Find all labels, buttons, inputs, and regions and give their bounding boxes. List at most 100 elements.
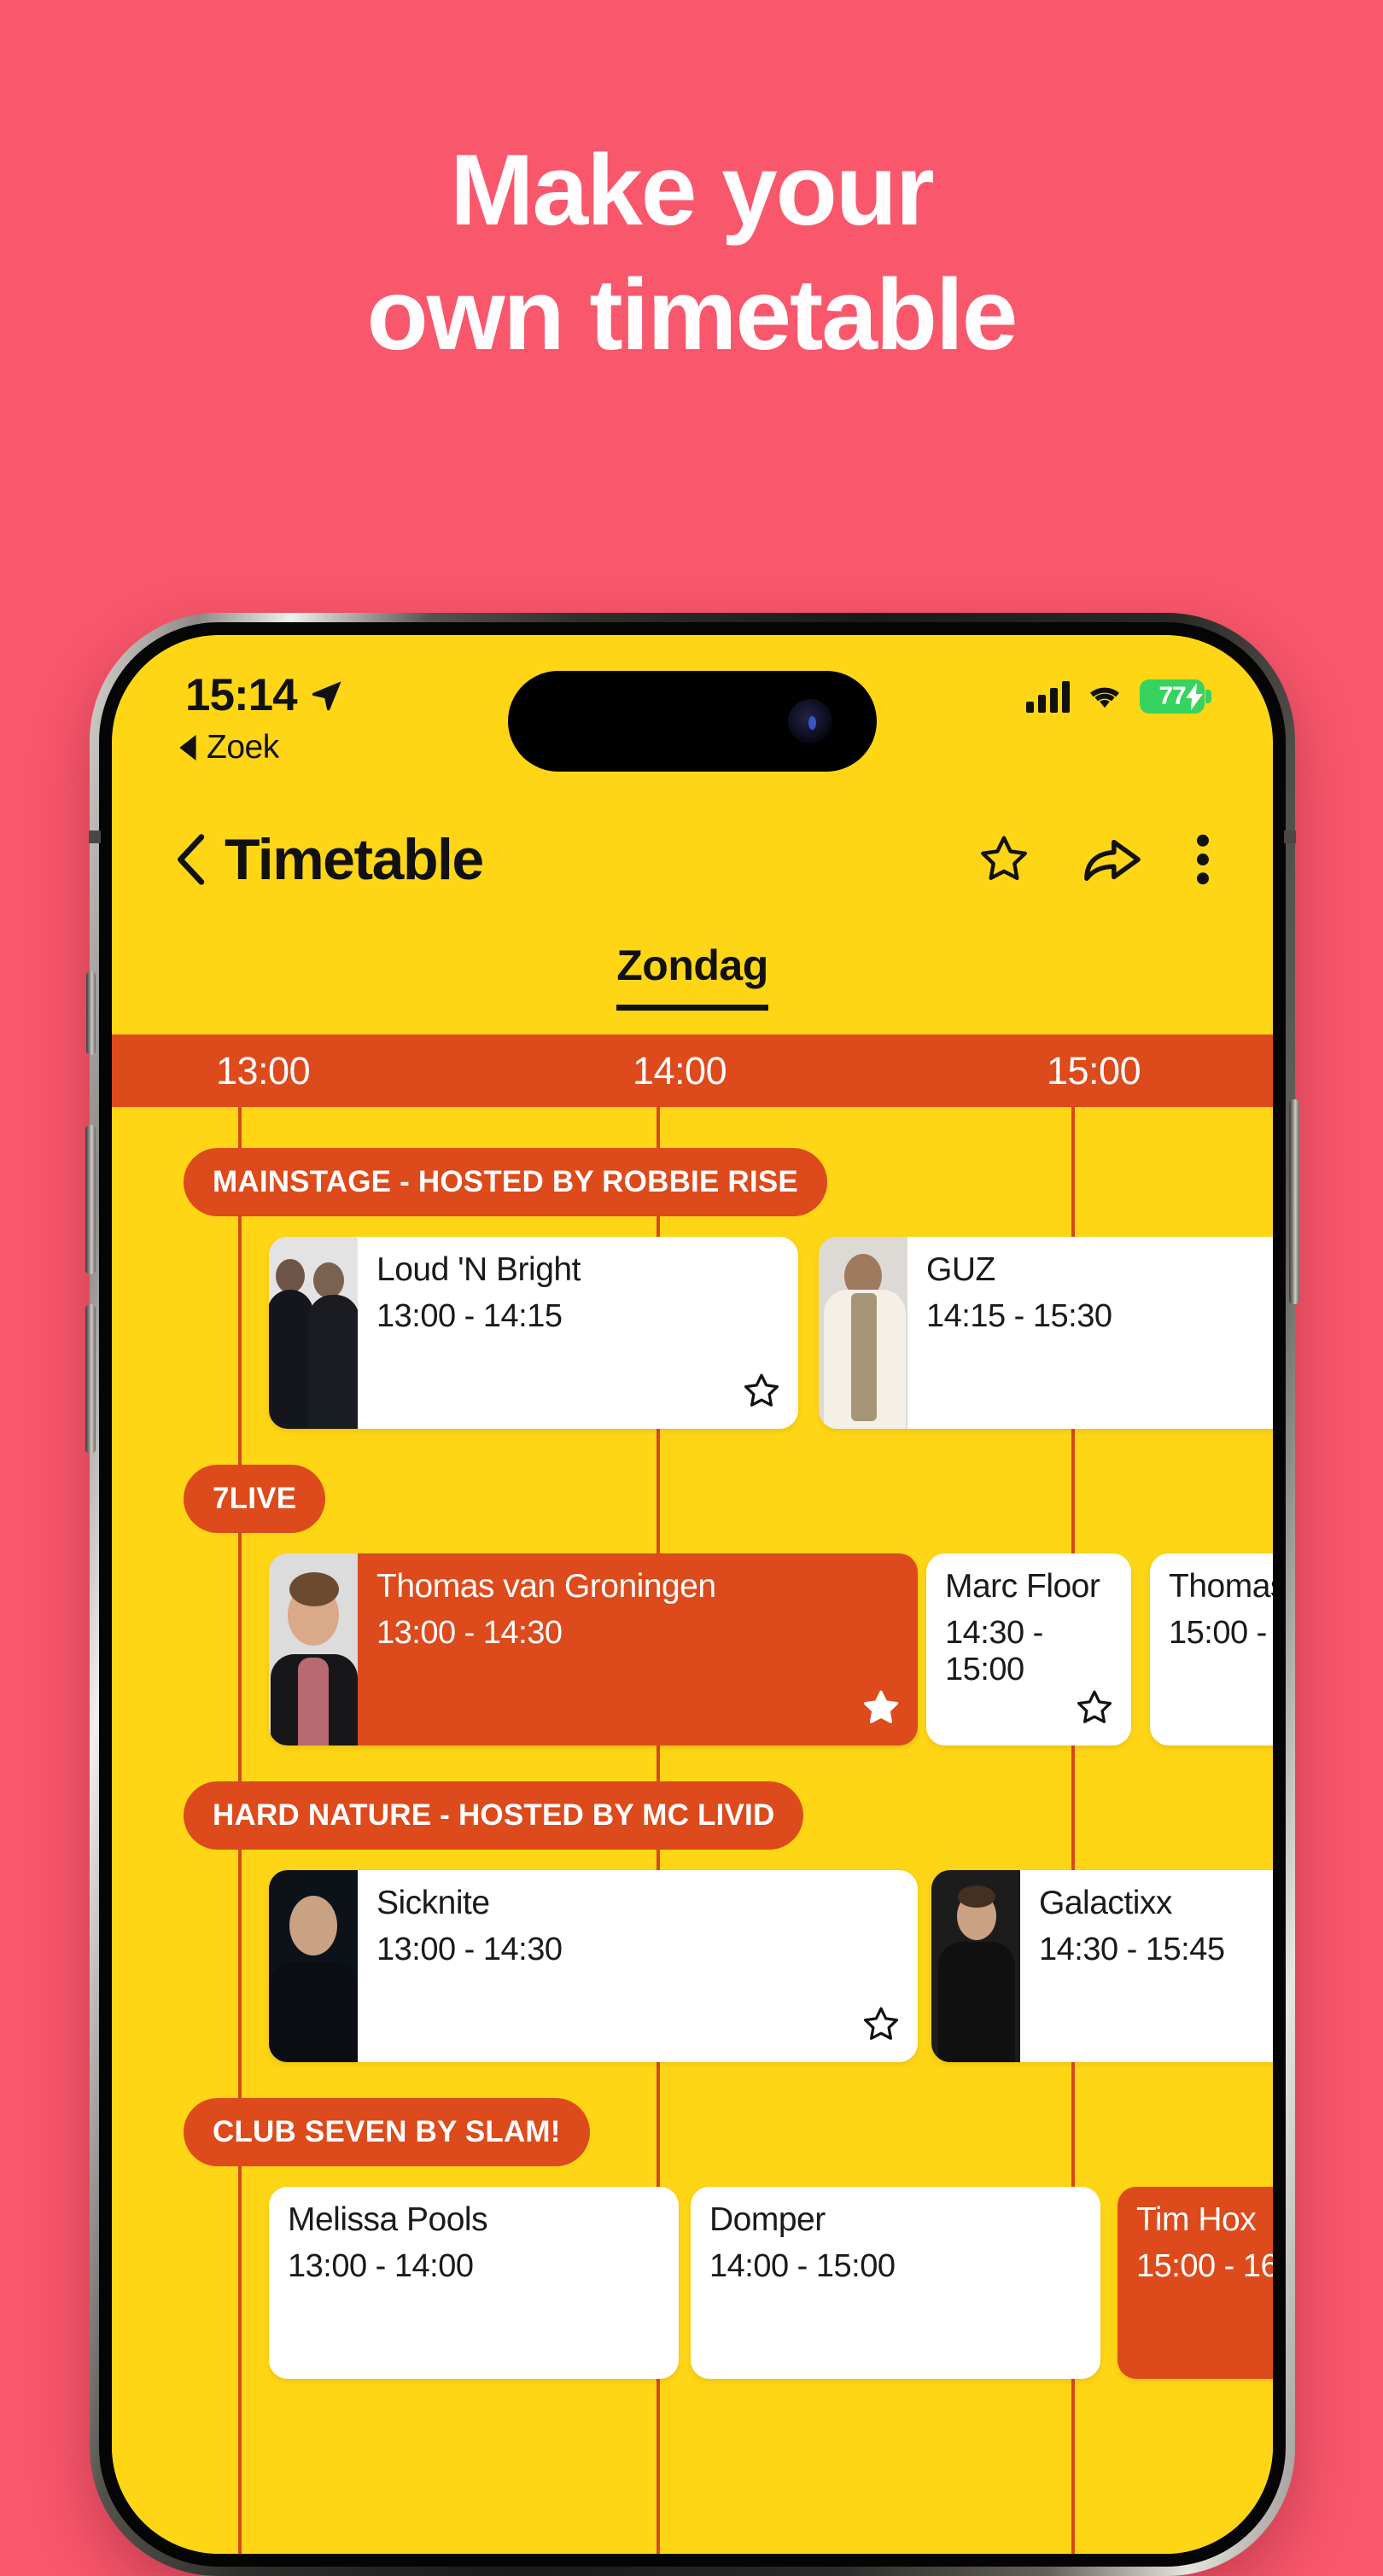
- event-time-range: 14:15 - 15:30: [926, 1298, 1112, 1334]
- stage-name-pill[interactable]: HARD NATURE - HOSTED BY MC LIVID: [184, 1781, 804, 1850]
- schedule-body: MAINSTAGE - HOSTED BY ROBBIE RISE Loud 'N…: [112, 1107, 1273, 2554]
- event-artist-name: Loud 'N Bright: [376, 1251, 581, 1288]
- event-row: Loud 'N Bright 13:00 - 14:15 GUZ 14:15 - 15…: [112, 1237, 1273, 1429]
- artist-thumbnail: [269, 1553, 358, 1746]
- phone-screen: 15:14 Zoek 77 Timetable Zondag 13:00 14:…: [112, 635, 1273, 2554]
- stage-block: 7LIVE Thomas van Groningen 13:00 - 14:30 Ma…: [112, 1429, 1273, 1746]
- favorite-star-toggle[interactable]: [742, 1372, 781, 1415]
- page-title: Timetable: [225, 827, 484, 892]
- event-card[interactable]: Sicknite 13:00 - 14:30: [269, 1870, 918, 2062]
- event-row: Thomas van Groningen 13:00 - 14:30 Marc Fl…: [112, 1553, 1273, 1746]
- event-body: Galactixx 14:30 - 15:45: [1020, 1870, 1273, 2062]
- event-card[interactable]: Domper 14:00 - 15:00: [691, 2187, 1100, 2379]
- event-card[interactable]: GUZ 14:15 - 15:30: [819, 1237, 1273, 1429]
- event-card[interactable]: Melissa Pools 13:00 - 14:00: [269, 2187, 679, 2379]
- stage-block: CLUB SEVEN BY SLAM! Melissa Pools 13:00 - …: [112, 2062, 1273, 2379]
- volume-up-button[interactable]: [85, 1125, 96, 1274]
- event-time-range: 13:00 - 14:30: [376, 1932, 563, 1967]
- star-outline-icon: [744, 1373, 779, 1407]
- event-card[interactable]: Marc Floor 14:30 - 15:00: [926, 1553, 1131, 1746]
- headline-line-2: own timetable: [366, 259, 1018, 372]
- three-dots-vertical-icon: [1197, 834, 1209, 885]
- timeline-area[interactable]: 13:00 14:00 15:00 MAINSTAGE - HOSTED BY RO…: [112, 1034, 1273, 2554]
- event-row: Melissa Pools 13:00 - 14:00 Domper 14:00 - …: [112, 2187, 1273, 2379]
- back-chevron-icon[interactable]: [173, 833, 207, 886]
- event-body: Loud 'N Bright 13:00 - 14:15: [358, 1237, 798, 1429]
- star-outline-icon: [981, 836, 1027, 881]
- stage-name-pill[interactable]: CLUB SEVEN BY SLAM!: [184, 2098, 590, 2166]
- event-card[interactable]: Galactixx 14:30 - 15:45: [931, 1870, 1273, 2062]
- artist-thumbnail: [819, 1237, 907, 1429]
- favorite-star-toggle[interactable]: [861, 2005, 901, 2049]
- star-filled-icon: [863, 1690, 899, 1723]
- star-outline-icon: [863, 2007, 899, 2040]
- artist-thumbnail: [269, 1237, 358, 1429]
- battery-percent-label: 77: [1158, 682, 1186, 710]
- ruler-label: 14:00: [633, 1048, 727, 1093]
- event-body: Sicknite 13:00 - 14:30: [358, 1870, 918, 2062]
- event-artist-name: Galactixx: [1039, 1885, 1172, 1921]
- event-card[interactable]: Loud 'N Bright 13:00 - 14:15: [269, 1237, 798, 1429]
- event-artist-name: Marc Floor: [945, 1568, 1100, 1605]
- event-card[interactable]: Thomas van Gro 15:00 - 16:00: [1150, 1553, 1273, 1746]
- cellular-signal-icon: [1026, 680, 1070, 713]
- mute-switch-button[interactable]: [86, 971, 96, 1055]
- back-triangle-icon: [179, 735, 196, 761]
- antenna-line-left: [89, 830, 101, 843]
- event-time-range: 14:30 - 15:00: [945, 1615, 1043, 1687]
- favorite-star-toggle[interactable]: [861, 1688, 901, 1732]
- favorite-star-button[interactable]: [977, 833, 1030, 886]
- event-time-range: 14:30 - 15:45: [1039, 1932, 1225, 1967]
- volume-down-button[interactable]: [85, 1304, 96, 1454]
- event-artist-name: GUZ: [926, 1251, 995, 1288]
- event-time-range: 14:00 - 15:00: [709, 2248, 896, 2284]
- event-time-range: 15:00 - 16:00: [1169, 1615, 1273, 1651]
- event-card[interactable]: Thomas van Groningen 13:00 - 14:30: [269, 1553, 918, 1746]
- antenna-line-right: [1284, 830, 1296, 843]
- event-body: Tim Hox 15:00 - 16:00: [1117, 2187, 1273, 2379]
- event-artist-name: Domper: [709, 2201, 826, 2238]
- event-artist-name: Sicknite: [376, 1885, 490, 1921]
- stage-name-pill[interactable]: MAINSTAGE - HOSTED BY ROBBIE RISE: [184, 1148, 827, 1216]
- artist-thumbnail: [931, 1870, 1020, 2062]
- star-outline-icon: [1077, 1690, 1112, 1723]
- day-tabs-bar: Zondag: [112, 941, 1273, 1034]
- time-ruler: 13:00 14:00 15:00: [112, 1034, 1273, 1107]
- event-time-range: 15:00 - 16:00: [1136, 2248, 1273, 2284]
- event-body: GUZ 14:15 - 15:30: [907, 1237, 1273, 1429]
- back-to-previous-app-button[interactable]: Zoek: [178, 729, 279, 766]
- tab-zondag[interactable]: Zondag: [616, 941, 768, 1011]
- share-button[interactable]: [1083, 835, 1141, 884]
- event-artist-name: Melissa Pools: [288, 2201, 488, 2238]
- overflow-menu-button[interactable]: [1194, 833, 1211, 886]
- headline-line-1: Make your: [450, 134, 935, 247]
- stage-name-pill[interactable]: 7LIVE: [184, 1465, 326, 1533]
- wifi-icon: [1090, 687, 1119, 708]
- camera-glint: [808, 715, 816, 730]
- header-left-group: Timetable: [173, 826, 977, 893]
- power-button[interactable]: [1289, 1099, 1299, 1304]
- back-app-label: Zoek: [207, 729, 279, 766]
- event-artist-name: Thomas van Groningen: [376, 1568, 716, 1605]
- status-indicators: 77: [1026, 679, 1211, 714]
- share-arrow-icon: [1084, 839, 1141, 881]
- app-header: Timetable: [112, 778, 1273, 941]
- front-camera-icon: [788, 699, 832, 743]
- artist-thumbnail: [269, 1870, 358, 2062]
- phone-bezel: 15:14 Zoek 77 Timetable Zondag 13:00 14:…: [99, 622, 1286, 2567]
- status-time-group: 15:14: [185, 669, 345, 721]
- ruler-label: 15:00: [1047, 1048, 1141, 1093]
- event-time-range: 13:00 - 14:30: [376, 1615, 563, 1651]
- event-row: Sicknite 13:00 - 14:30 Galactixx 14:30 - 15…: [112, 1870, 1273, 2062]
- event-time-range: 13:00 - 14:15: [376, 1298, 563, 1334]
- battery-icon: 77: [1140, 679, 1211, 714]
- status-clock: 15:14: [185, 670, 298, 720]
- event-body: Domper 14:00 - 15:00: [691, 2187, 1100, 2379]
- event-card[interactable]: Tim Hox 15:00 - 16:00: [1117, 2187, 1273, 2379]
- favorite-star-toggle[interactable]: [1075, 1688, 1114, 1732]
- ruler-label: 13:00: [216, 1048, 311, 1093]
- stage-block: MAINSTAGE - HOSTED BY ROBBIE RISE Loud 'N…: [112, 1107, 1273, 1429]
- event-time-range: 13:00 - 14:00: [288, 2248, 474, 2284]
- promo-headline: Make your own timetable: [0, 128, 1383, 378]
- battery-bolt-icon: [1186, 683, 1203, 710]
